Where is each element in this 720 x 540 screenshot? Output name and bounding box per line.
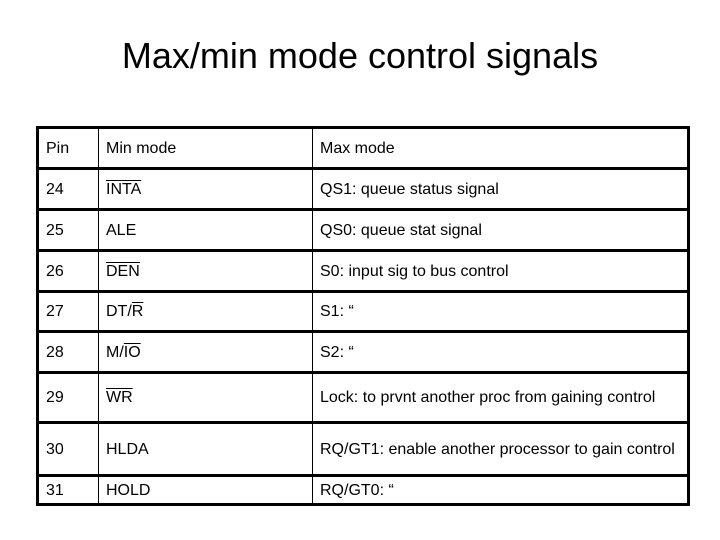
max-mode-signal: Lock: to prvnt another proc from gaining… <box>312 371 689 424</box>
active-low-signal-name: INTA <box>106 180 142 198</box>
header-max-mode: Max mode <box>312 127 689 170</box>
pin-number: 30 <box>37 421 99 477</box>
min-mode-signal: ALE <box>98 208 313 252</box>
min-mode-signal: INTA <box>98 167 313 211</box>
table-row: 26 DEN S0: input sig to bus control <box>37 249 689 293</box>
max-mode-signal: S0: input sig to bus control <box>312 249 689 293</box>
signal-name: ALE <box>106 221 137 239</box>
slide-title: Max/min mode control signals <box>121 35 599 76</box>
signal-name: HLDA <box>106 440 149 458</box>
header-pin: Pin <box>37 127 99 170</box>
signals-table: Pin Min mode Max mode 24 INTA QS1: queue… <box>36 126 690 506</box>
table-header-row: Pin Min mode Max mode <box>37 127 689 170</box>
table-row: 28 M/IO S2: “ <box>37 330 689 374</box>
active-low-signal-name: R <box>131 303 144 320</box>
min-mode-signal: M/IO <box>98 330 313 374</box>
max-mode-signal: RQ/GT1: enable another processor to gain… <box>312 421 689 477</box>
min-mode-signal: DEN <box>98 249 313 293</box>
table-row: 24 INTA QS1: queue status signal <box>37 167 689 211</box>
pin-number: 27 <box>37 290 99 333</box>
min-mode-signal: DT/R <box>98 290 313 333</box>
pin-number: 29 <box>37 371 99 424</box>
max-mode-signal: QS1: queue status signal <box>312 167 689 211</box>
active-low-signal-name: IO <box>123 343 141 361</box>
min-mode-signal: HLDA <box>98 421 313 477</box>
table-row: 25 ALE QS0: queue stat signal <box>37 208 689 252</box>
max-mode-signal: QS0: queue stat signal <box>312 208 689 252</box>
pin-number: 31 <box>37 474 99 505</box>
signal-name: DT/ <box>106 303 132 320</box>
active-low-signal-name: DEN <box>106 262 140 280</box>
pin-number: 26 <box>37 249 99 293</box>
pin-number: 25 <box>37 208 99 252</box>
table-row: 29 WR Lock: to prvnt another proc from g… <box>37 371 689 424</box>
signal-name: HOLD <box>106 481 151 499</box>
table-row: 30 HLDA RQ/GT1: enable another processor… <box>37 421 689 477</box>
signal-name: M/ <box>106 343 124 361</box>
pin-number: 24 <box>37 167 99 211</box>
min-mode-signal: WR <box>98 371 313 424</box>
active-low-signal-name: WR <box>106 389 133 406</box>
table-row: 31 HOLD RQ/GT0: “ <box>37 474 689 505</box>
min-mode-signal: HOLD <box>98 474 313 505</box>
header-min-mode: Min mode <box>98 127 313 170</box>
max-mode-signal: S2: “ <box>312 330 689 374</box>
table-row: 27 DT/R S1: “ <box>37 290 689 333</box>
pin-number: 28 <box>37 330 99 374</box>
max-mode-signal: RQ/GT0: “ <box>312 474 689 505</box>
max-mode-signal: S1: “ <box>312 290 689 333</box>
